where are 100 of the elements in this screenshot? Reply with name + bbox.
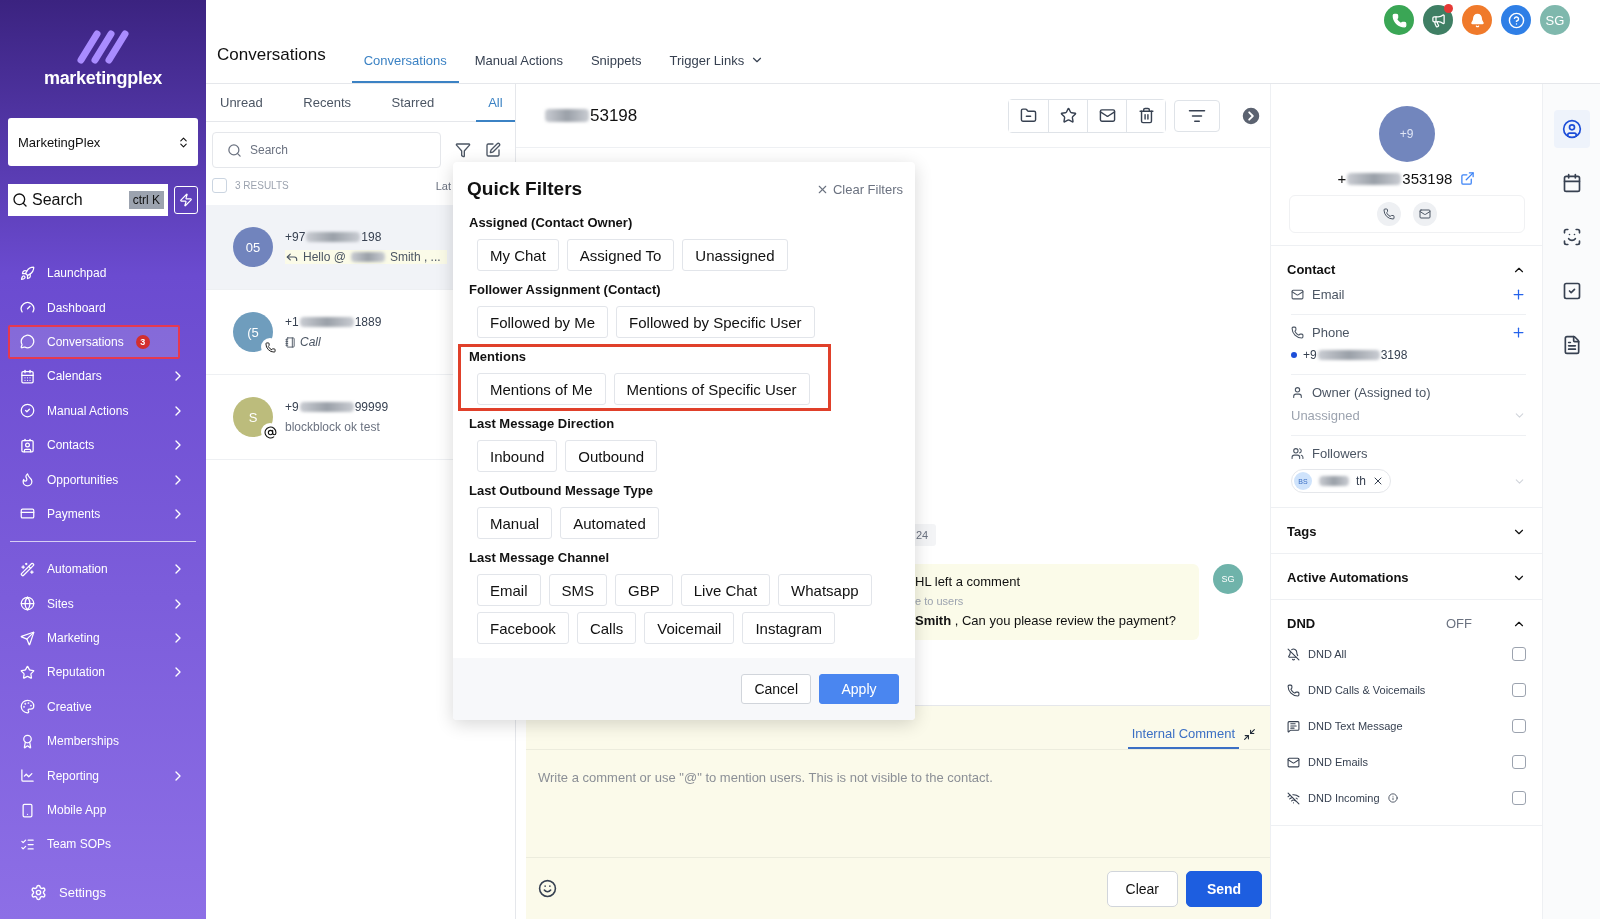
filter-tab[interactable]: Unread [220,84,304,122]
phone-icon [264,341,276,353]
call-log-icon [285,336,296,348]
sidebar-item[interactable]: Creative [8,689,198,725]
checkbox[interactable] [1512,719,1526,733]
sidebar-item[interactable]: Calendars [8,359,198,394]
delete-button[interactable] [1126,99,1165,132]
checkbox[interactable] [1512,683,1526,697]
filter-chip[interactable]: My Chat [477,239,559,271]
notifications-button[interactable] [1462,5,1492,35]
add-icon[interactable] [1511,325,1526,340]
section-header[interactable]: Contact [1287,262,1526,277]
select-all-checkbox[interactable] [212,178,227,193]
message-preview: Hello @ [303,250,346,264]
section-header[interactable]: Active Automations [1287,570,1526,585]
filter-chip[interactable]: SMS [548,574,608,606]
sidebar-item[interactable]: Automation [8,552,198,587]
comment-field[interactable]: Write a comment or use "@" to mention users. This is not visible to the contact. [526,750,1270,857]
nav-tab[interactable]: Manual Actions [462,39,575,83]
filter-chip[interactable]: Automated [560,507,659,539]
filter-chip[interactable]: Email [477,574,541,606]
call-button[interactable] [1376,202,1401,226]
search-field[interactable]: Search ctrl K [8,184,168,216]
sidebar-item[interactable]: Contacts [8,427,198,463]
cancel-button[interactable]: Cancel [741,674,811,704]
signal-off-icon [1287,791,1300,805]
search-field[interactable]: Search [212,132,441,168]
filter-chip[interactable]: Live Chat [680,574,771,606]
minimize-icon[interactable] [1243,728,1256,741]
filter-chip[interactable]: Instagram [742,612,836,644]
phone-button[interactable] [1384,5,1414,35]
account-selector[interactable]: MarketingPlex [8,118,198,166]
checkbox[interactable] [1512,647,1526,661]
message-preview: Call [300,335,321,349]
sidebar-item[interactable]: Opportunities [8,462,198,497]
filter-chip[interactable]: Voicemail [644,612,735,644]
nav-tab[interactable]: Conversations [351,39,459,83]
filter-chip[interactable]: Unassigned [682,239,788,271]
search-icon [12,192,28,208]
filter-chip[interactable]: Calls [576,612,637,644]
external-link-icon[interactable] [1460,171,1476,186]
sidebar-item[interactable]: Sites [8,586,198,621]
filter-chip[interactable]: Assigned To [566,239,675,271]
nav-tab[interactable]: Snippets [578,39,654,83]
blurred-text [545,108,589,123]
email-button[interactable] [1412,202,1437,226]
apply-button[interactable]: Apply [819,674,899,704]
filter-chip[interactable]: Whatsapp [778,574,872,606]
emoji-icon[interactable] [538,879,557,898]
message-preview: blockblock ok test [285,420,380,434]
filter-chip[interactable]: Mentions of Specific User [613,373,810,405]
sidebar-item[interactable]: Conversations 3 [8,324,180,360]
clear-filters-button[interactable]: Clear Filters [815,181,903,197]
help-button[interactable] [1501,5,1531,35]
blurred-text [350,252,385,262]
compose-icon[interactable] [485,142,501,158]
filter-icon[interactable] [455,142,471,158]
filter-chip[interactable]: Mentions of Me [477,373,606,405]
palette-icon [20,699,35,715]
filter-chip[interactable]: Followed by Me [477,306,609,338]
blurred-text [1319,476,1349,486]
sidebar-item[interactable]: Reputation [8,655,198,690]
add-icon[interactable] [1511,287,1526,302]
collapse-icon[interactable] [1240,104,1262,127]
filter-chip[interactable]: Followed by Specific User [616,306,815,338]
settings-item[interactable]: Settings [8,884,198,901]
sidebar-item[interactable]: Team SOPs [8,827,198,862]
nav-tab[interactable]: Trigger Links [657,39,777,83]
sidebar-item[interactable]: Payments [8,496,198,532]
announcements-button[interactable] [1423,5,1453,35]
phone-icon [1382,208,1395,220]
section-title: Last Outbound Message Type [469,483,654,498]
sidebar-item[interactable]: Memberships [8,724,198,759]
section-title: Last Message Channel [469,550,611,565]
sidebar-item[interactable]: Manual Actions [8,393,198,428]
filter-chip[interactable]: GBP [615,574,673,606]
send-button[interactable]: Send [1186,870,1262,907]
filter-tab[interactable]: Recents [303,84,392,122]
dnd-label: DND Incoming [1308,792,1380,804]
filter-button[interactable] [1174,99,1220,132]
sidebar-item[interactable]: Marketing [8,620,198,656]
sidebar-item[interactable]: Mobile App [8,792,198,828]
filter-chip[interactable]: Inbound [477,440,558,472]
checkbox[interactable] [1512,791,1526,805]
section-header[interactable]: Tags [1287,524,1526,539]
filter-tab[interactable]: Starred [391,84,476,122]
checkbox[interactable] [1512,755,1526,769]
filter-tab[interactable]: All [475,84,515,122]
filter-chip[interactable]: Facebook [477,612,569,644]
section-header[interactable]: DND OFF [1287,616,1526,631]
rail-button[interactable] [1553,110,1590,148]
sidebar-item[interactable]: Launchpad [8,256,198,291]
filter-chip[interactable]: Outbound [565,440,658,472]
blurred-text [299,317,354,327]
scan-person-icon [1561,227,1582,247]
clear-button[interactable]: Clear [1106,870,1178,907]
sidebar-item[interactable]: Dashboard [8,290,198,325]
sidebar-item[interactable]: Reporting [8,758,198,793]
quick-action-button[interactable] [174,186,198,214]
filter-chip[interactable]: Manual [477,507,553,539]
